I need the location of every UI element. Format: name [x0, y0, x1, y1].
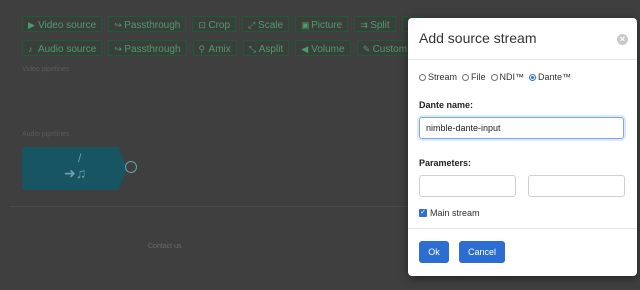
audio-toolbar-button-5[interactable]: ✎ Custom	[356, 40, 414, 56]
radio-stream[interactable]: Stream	[419, 72, 457, 82]
audio-pipelines-label: Audio pipelines	[22, 131, 70, 138]
parameters-label: Parameters:	[419, 158, 472, 168]
audio-toolbar-button-label: Amix	[208, 44, 231, 55]
dante-name-input[interactable]: nimble-dante-input	[419, 117, 624, 139]
audio-toolbar-button-label: Custom	[372, 44, 408, 55]
main-stream-label: Main stream	[430, 208, 480, 218]
passthrough-icon: ↪	[114, 44, 122, 54]
main-stream-checkbox[interactable]: ✓	[419, 209, 427, 217]
radio-dante-dot[interactable]	[529, 73, 537, 81]
split-icon: ⇉	[360, 20, 368, 30]
dialog-header: Add source stream ×	[408, 18, 637, 60]
video-toolbar-button-label: Split	[370, 20, 390, 31]
ok-button[interactable]: Ok	[419, 241, 449, 263]
video-icon: ▶	[28, 20, 35, 30]
main-stream-row[interactable]: ✓ Main stream	[419, 208, 480, 218]
radio-dante-label: Dante™	[538, 72, 572, 82]
scale-icon: ⤢	[248, 20, 256, 30]
audio-source-card[interactable]: / ➜♫	[22, 147, 127, 190]
audio-sign-in-icon: ➜♫	[64, 165, 87, 181]
radio-dante[interactable]: Dante™	[529, 72, 571, 82]
amix-icon: ⚲	[198, 44, 206, 54]
radio-ndi-label: NDI™	[499, 72, 525, 82]
radio-ndi-dot[interactable]	[490, 73, 498, 81]
audio-toolbar-button-label: Asplit	[258, 44, 284, 55]
radio-stream-dot[interactable]	[419, 73, 426, 81]
audio-toolbar-button-label: Audio source	[38, 44, 97, 55]
parameter-key-input[interactable]	[419, 175, 516, 197]
cancel-button[interactable]: Cancel	[459, 241, 505, 263]
add-source-stream-dialog: Add source stream × Stream File NDI™ Dante™…	[408, 18, 637, 276]
parameter-value-input[interactable]	[528, 175, 625, 197]
source-type-radio-group: Stream File NDI™ Dante™	[419, 72, 571, 82]
crop-icon: ⊡	[198, 20, 206, 30]
audio-toolbar-button-label: Passthrough	[124, 44, 181, 55]
video-toolbar-button-label: Passthrough	[124, 20, 181, 31]
volume-icon: ◀	[301, 44, 309, 54]
audio-toolbar: ♪ Audio source ↪ Passthrough ⚲ Amix ⤡ Asplit ◀ Vo…	[22, 40, 414, 56]
video-toolbar-button-5[interactable]: ⇉ Split	[354, 16, 396, 32]
radio-file[interactable]: File	[462, 72, 486, 82]
audio-icon: ♪	[28, 44, 33, 54]
radio-file-label: File	[471, 72, 486, 82]
dialog-footer	[408, 228, 637, 229]
audio-toolbar-button-4[interactable]: ◀ Volume	[295, 40, 351, 56]
audio-toolbar-button-0[interactable]: ♪ Audio source	[22, 40, 103, 56]
video-pipelines-label: Video pipelines	[22, 66, 70, 73]
radio-file-dot[interactable]	[462, 73, 470, 81]
audio-toolbar-button-1[interactable]: ↪ Passthrough	[108, 40, 187, 56]
video-toolbar-button-label: Crop	[208, 20, 231, 31]
output-connector-icon[interactable]	[125, 161, 137, 173]
video-toolbar-button-1[interactable]: ↪ Passthrough	[108, 16, 187, 32]
audio-toolbar-button-2[interactable]: ⚲ Amix	[192, 40, 237, 56]
card-slash: /	[78, 151, 82, 165]
dante-name-label: Dante name:	[419, 100, 474, 110]
video-toolbar-button-label: Picture	[311, 20, 343, 31]
radio-ndi[interactable]: NDI™	[490, 72, 525, 82]
close-icon[interactable]: ×	[617, 34, 628, 45]
audio-toolbar-button-label: Volume	[311, 44, 345, 55]
custom-icon: ✎	[362, 44, 371, 54]
video-toolbar-button-label: Video source	[38, 20, 97, 31]
video-toolbar-button-0[interactable]: ▶ Video source	[22, 16, 103, 32]
video-toolbar: ▶ Video source ↪ Passthrough ⊡ Crop ⤢ Scale ▣Pic…	[22, 16, 424, 32]
passthrough-icon: ↪	[114, 20, 122, 30]
video-toolbar-button-4[interactable]: ▣Picture	[295, 16, 349, 32]
video-toolbar-button-2[interactable]: ⊡ Crop	[192, 16, 237, 32]
dialog-title: Add source stream	[419, 30, 537, 46]
footer-link[interactable]: Contact us	[148, 243, 181, 250]
asplit-icon: ⤡	[248, 44, 256, 54]
video-toolbar-button-3[interactable]: ⤢ Scale	[242, 16, 290, 32]
audio-toolbar-button-3[interactable]: ⤡ Asplit	[242, 40, 290, 56]
video-toolbar-button-label: Scale	[258, 20, 284, 31]
radio-stream-label: Stream	[428, 72, 458, 82]
picture-icon: ▣	[301, 20, 310, 30]
